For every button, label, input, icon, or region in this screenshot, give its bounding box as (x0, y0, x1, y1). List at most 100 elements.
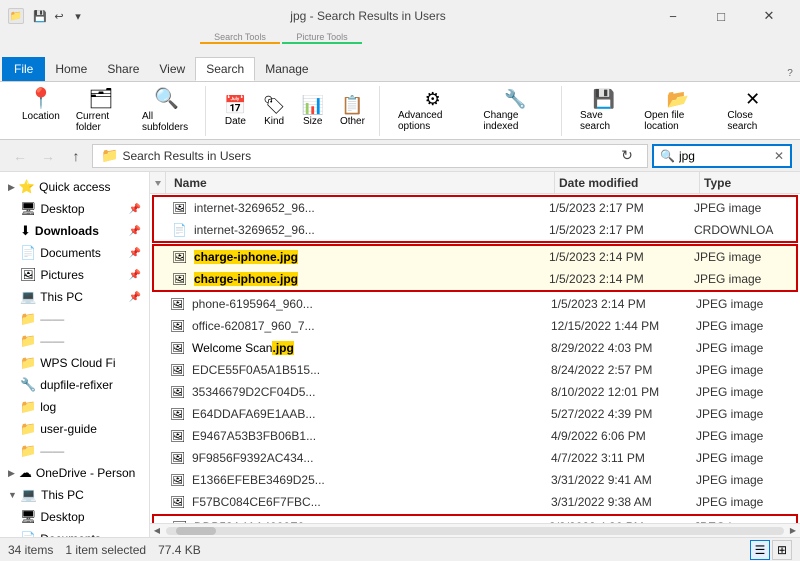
table-row[interactable]: 🖼 office-620817_960_7... 12/15/2022 1:44… (150, 315, 800, 337)
file-name: F57BC084CE6F7FBC... (188, 495, 551, 509)
h-scroll-left-arrow[interactable]: ◀ (150, 524, 164, 538)
table-row[interactable]: 🖼 phone-6195964_960... 1/5/2023 2:14 PM … (150, 293, 800, 315)
sidebar-item-folder3[interactable]: 📁 —— (0, 440, 149, 462)
table-row[interactable]: 🖼 E9467A53B3FB06B1... 4/9/2022 6:06 PM J… (150, 425, 800, 447)
sidebar-item-pictures-qa[interactable]: 🖼 Pictures 📌 (0, 264, 149, 286)
picture-tools-label: Picture Tools (296, 32, 347, 42)
tab-file[interactable]: File (2, 57, 45, 81)
table-row[interactable]: 🖼 EDCE55F0A5A1B515... 8/24/2022 2:57 PM … (150, 359, 800, 381)
ribbon-btn-size[interactable]: 📊 Size (296, 92, 330, 130)
file-date: 8/10/2022 12:01 PM (551, 385, 696, 399)
table-row[interactable]: 🖼 E64DDAFA69E1AAB... 5/27/2022 4:39 PM J… (150, 403, 800, 425)
refresh-button[interactable]: ↻ (615, 144, 639, 168)
sidebar-item-documents-qa[interactable]: 📄 Documents 📌 (0, 242, 149, 264)
back-button[interactable]: ← (8, 144, 32, 168)
sidebar-item-userguide[interactable]: 📁 user-guide (0, 418, 149, 440)
window-title: jpg - Search Results in Users (86, 9, 650, 23)
sidebar-label-this-pc: This PC (41, 488, 84, 502)
minimize-button[interactable]: − (650, 0, 696, 32)
file-size: 77.4 KB (158, 543, 201, 557)
ribbon-btn-open[interactable]: 📂 Open file location (638, 86, 717, 135)
sidebar-item-documents-pc[interactable]: 📄 Documents (0, 528, 149, 537)
table-row[interactable]: 🖼 charge-iphone.jpg 1/5/2023 2:14 PM JPE… (154, 246, 796, 268)
table-row[interactable]: 🖼 F57BC084CE6F7FBC... 3/31/2022 9:38 AM … (150, 491, 800, 513)
expand-thispc-icon: ▼ (8, 490, 17, 500)
file-icon: 🖼 (170, 319, 188, 333)
pin-icon-3: 📌 (129, 248, 141, 259)
tiles-view-button[interactable]: ⊞ (772, 540, 792, 560)
sidebar-item-this-pc[interactable]: ▼ 💻 This PC (0, 484, 149, 506)
col-header-name[interactable]: Name (166, 172, 555, 194)
sidebar-item-dupfile[interactable]: 🔧 dupfile-refixer (0, 374, 149, 396)
tab-manage[interactable]: Manage (255, 57, 318, 81)
sidebar-item-this-pc-qa[interactable]: 💻 This PC 📌 (0, 286, 149, 308)
search-clear-icon[interactable]: ✕ (774, 149, 784, 163)
file-icon: 🖼 (170, 451, 188, 465)
h-scroll-track[interactable] (166, 527, 784, 535)
sidebar-item-desktop-pc[interactable]: 🖥 Desktop (0, 506, 149, 528)
ribbon-btn-current[interactable]: 🗂 Current folder (70, 83, 132, 136)
search-input[interactable] (679, 149, 774, 163)
up-button[interactable]: ↑ (64, 144, 88, 168)
sidebar-item-onedrive[interactable]: ▶ ☁ OneDrive - Person (0, 462, 149, 484)
table-row[interactable]: 🖼 DDB53A4AA4000F6... 3/8/2022 4:36 PM JP… (154, 516, 796, 523)
file-date: 4/9/2022 6:06 PM (551, 429, 696, 443)
table-row[interactable]: 🖼 Welcome Scan.jpg 8/29/2022 4:03 PM JPE… (150, 337, 800, 359)
ribbon-btn-close[interactable]: ✕ Close search (721, 86, 784, 135)
file-type: JPEG image (696, 363, 796, 377)
file-icon: 🖼 (170, 363, 188, 377)
details-view-button[interactable]: ☰ (750, 540, 770, 560)
sidebar-item-log[interactable]: 📁 log (0, 396, 149, 418)
file-type: JPEG image (694, 201, 794, 215)
tab-view[interactable]: View (149, 57, 195, 81)
ribbon-btn-change[interactable]: 🔧 Change indexed (477, 86, 553, 135)
table-row[interactable]: 🖼 E1366EFEBE3469D25... 3/31/2022 9:41 AM… (150, 469, 800, 491)
tab-share[interactable]: Share (97, 57, 149, 81)
pictures-icon: 🖼 (20, 267, 37, 283)
sidebar-item-wps[interactable]: 📁 WPS Cloud Fi (0, 352, 149, 374)
ribbon-btn-date[interactable]: 📅 Date (218, 92, 252, 130)
sidebar-item-downloads-qa[interactable]: ⬇ Downloads 📌 (0, 220, 149, 242)
tab-home[interactable]: Home (45, 57, 97, 81)
table-row[interactable]: 🖼 charge-iphone.jpg 1/5/2023 2:14 PM JPE… (154, 268, 796, 290)
file-date: 1/5/2023 2:17 PM (549, 201, 694, 215)
tab-search[interactable]: Search (195, 57, 255, 81)
address-input[interactable]: 📁 Search Results in Users ↻ (92, 144, 648, 168)
quick-save-icon[interactable]: 💾 (32, 8, 48, 24)
file-date: 5/27/2022 4:39 PM (551, 407, 696, 421)
table-row[interactable]: 🖼 internet-3269652_96... 1/5/2023 2:17 P… (154, 197, 796, 219)
ribbon-btn-location[interactable]: 📍 Location (16, 83, 66, 136)
sidebar-item-folder2[interactable]: 📁 —— (0, 330, 149, 352)
maximize-button[interactable]: □ (698, 0, 744, 32)
ribbon-btn-save[interactable]: 💾 Save search (574, 86, 634, 135)
horizontal-scrollbar[interactable]: ◀ ▶ (150, 523, 800, 537)
ribbon-btn-advanced[interactable]: ⚙ Advanced options (392, 86, 473, 135)
close-button[interactable]: ✕ (746, 0, 792, 32)
file-name: E9467A53B3FB06B1... (188, 429, 551, 443)
expand-arrow-icon: ▶ (8, 182, 15, 193)
file-name: phone-6195964_960... (188, 297, 551, 311)
sidebar-quick-access[interactable]: ▶ ⭐ Quick access (0, 176, 149, 198)
ribbon-btn-all[interactable]: 🔍 All subfolders (136, 83, 197, 136)
help-icon[interactable]: ? (782, 65, 798, 81)
undo-icon[interactable]: ↩ (51, 8, 67, 24)
col-header-type[interactable]: Type (700, 172, 800, 194)
h-scroll-right-arrow[interactable]: ▶ (786, 524, 800, 538)
table-row[interactable]: 🖼 35346679D2CF04D5... 8/10/2022 12:01 PM… (150, 381, 800, 403)
sidebar-item-folder1[interactable]: 📁 —— (0, 308, 149, 330)
file-name: charge-iphone.jpg (190, 250, 549, 264)
sidebar-item-desktop-qa[interactable]: 🖥 Desktop 📌 (0, 198, 149, 220)
table-row[interactable]: 🖼 9F9856F9392AC434... 4/7/2022 3:11 PM J… (150, 447, 800, 469)
file-type: JPEG image (694, 272, 794, 286)
table-row[interactable]: 📄 internet-3269652_96... 1/5/2023 2:17 P… (154, 219, 796, 241)
wps-icon: 📁 (20, 355, 36, 371)
ribbon-btn-kind[interactable]: 🏷 Kind (257, 92, 292, 130)
ribbon-btn-other[interactable]: 📋 Other (334, 92, 371, 130)
search-box[interactable]: 🔍 ✕ (652, 144, 792, 168)
file-date: 3/31/2022 9:41 AM (551, 473, 696, 487)
h-scroll-thumb[interactable] (176, 527, 216, 535)
qa-dropdown-icon[interactable]: ▾ (70, 8, 86, 24)
forward-button[interactable]: → (36, 144, 60, 168)
col-header-date[interactable]: Date modified (555, 172, 700, 194)
file-name: internet-3269652_96... (190, 201, 549, 215)
